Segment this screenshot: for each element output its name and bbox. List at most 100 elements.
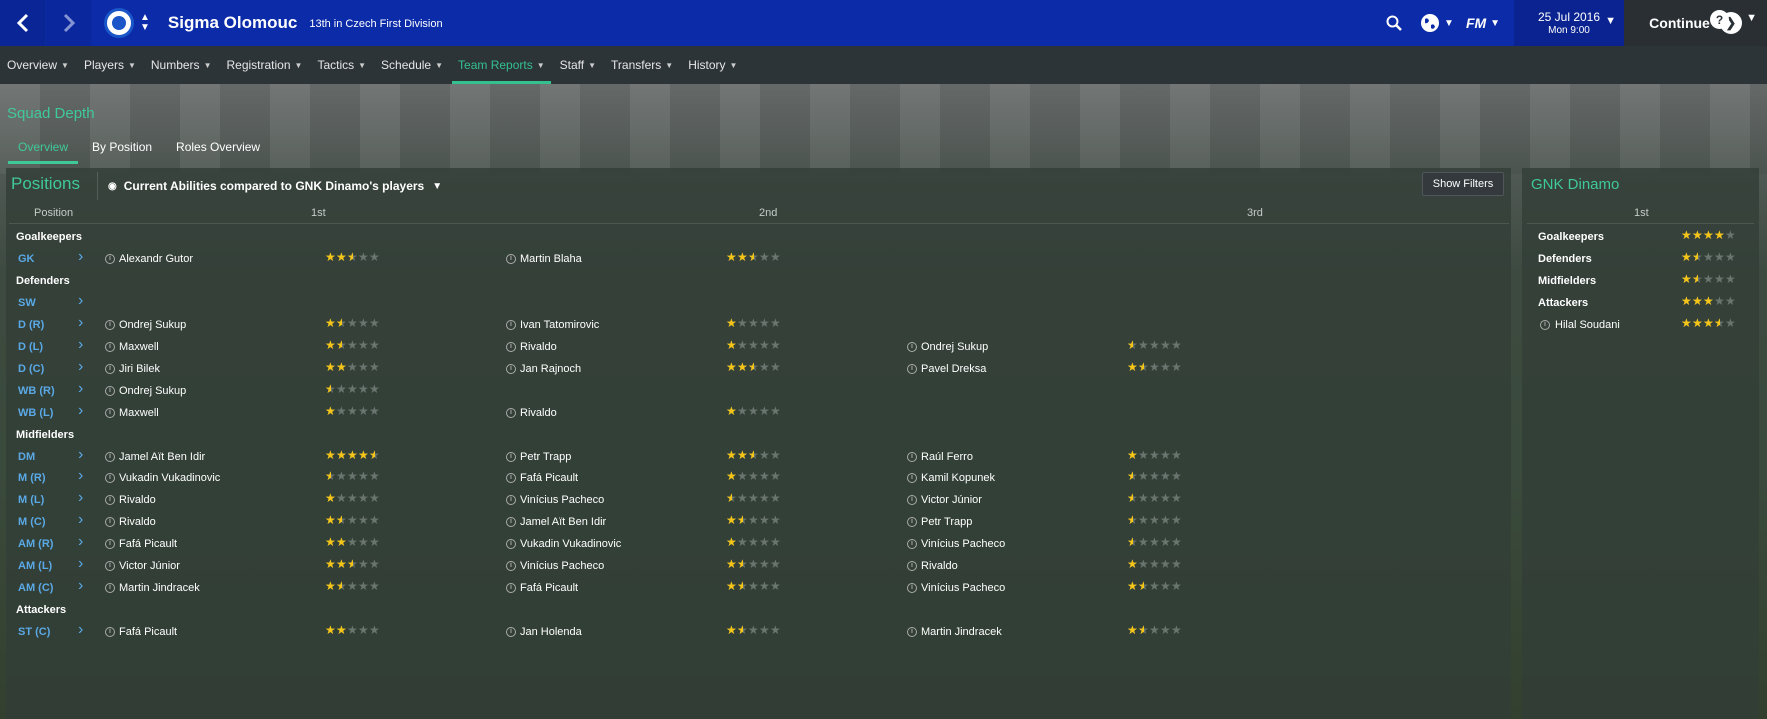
position-label[interactable]: ST (C) [18, 626, 50, 638]
info-icon[interactable]: i [907, 451, 917, 462]
menu-item-registration[interactable]: Registration ▼ [226, 46, 302, 84]
chevron-right-icon[interactable]: › [78, 292, 83, 310]
player-name[interactable]: Maxwell [119, 341, 159, 353]
info-icon[interactable]: i [907, 539, 917, 550]
opponent-player-row[interactable]: i Hilal Soudani ★ ★ ★ ★ ★ ★ ★ ★ ★ [1522, 313, 1759, 338]
info-icon[interactable]: i [907, 627, 917, 638]
info-icon[interactable]: i [105, 319, 115, 330]
date-display[interactable]: 25 Jul 2016 Mon 9:00 ▼ [1514, 0, 1624, 46]
player-name[interactable]: Rivaldo [119, 516, 156, 528]
club-switcher[interactable]: ▲ ▼ [140, 13, 150, 33]
player-name[interactable]: Rivaldo [520, 407, 557, 419]
position-label[interactable]: D (L) [18, 341, 43, 353]
player-name[interactable]: Martin Jindracek [119, 582, 200, 594]
info-icon[interactable]: i [105, 627, 115, 638]
info-icon[interactable]: i [105, 363, 115, 374]
info-icon[interactable]: i [105, 583, 115, 594]
player-name[interactable]: Vinícius Pacheco [520, 494, 604, 506]
column-header-1st[interactable]: 1st [311, 207, 326, 219]
player-name[interactable]: Vukadin Vukadinovic [119, 472, 220, 484]
position-label[interactable]: AM (C) [18, 582, 53, 594]
menu-item-overview[interactable]: Overview ▼ [7, 46, 69, 84]
position-label[interactable]: SW [18, 297, 36, 309]
info-icon[interactable]: i [907, 495, 917, 506]
player-name[interactable]: Ivan Tatomirovic [520, 319, 599, 331]
info-icon[interactable]: i [105, 253, 115, 264]
menu-item-players[interactable]: Players ▼ [84, 46, 136, 84]
info-icon[interactable]: i [105, 517, 115, 528]
info-icon[interactable]: i [105, 451, 115, 462]
info-icon[interactable]: i [105, 385, 115, 396]
player-name[interactable]: Fafá Picault [119, 626, 177, 638]
chevron-right-icon[interactable]: › [78, 380, 83, 398]
player-name[interactable]: Raúl Ferro [921, 451, 973, 463]
info-icon[interactable]: i [105, 561, 115, 572]
info-icon[interactable]: i [105, 495, 115, 506]
info-icon[interactable]: i [907, 363, 917, 374]
club-name[interactable]: Sigma Olomouc [168, 13, 297, 33]
fm-menu-button[interactable]: FM ▼ [1460, 0, 1506, 46]
forward-button[interactable] [46, 0, 92, 46]
menu-item-team-reports[interactable]: Team Reports ▼ [452, 46, 551, 84]
player-name[interactable]: Fafá Picault [520, 472, 578, 484]
position-label[interactable]: GK [18, 253, 35, 265]
info-icon[interactable]: i [105, 473, 115, 484]
player-name[interactable]: Jiri Bilek [119, 363, 160, 375]
info-icon[interactable]: i [506, 473, 516, 484]
position-label[interactable]: DM [18, 451, 35, 463]
info-icon[interactable]: i [506, 451, 516, 462]
chevron-right-icon[interactable]: › [78, 533, 83, 551]
player-name[interactable]: Jamel Aït Ben Idir [520, 516, 606, 528]
position-label[interactable]: M (R) [18, 472, 46, 484]
help-icon[interactable]: ? [1710, 10, 1729, 29]
info-icon[interactable]: i [506, 561, 516, 572]
player-name[interactable]: Ondrej Sukup [119, 319, 186, 331]
column-header-3rd[interactable]: 3rd [1247, 207, 1263, 219]
info-icon[interactable]: i [506, 583, 516, 594]
player-name[interactable]: Vukadin Vukadinovic [520, 538, 621, 550]
player-name[interactable]: Jamel Aït Ben Idir [119, 451, 205, 463]
show-filters-button[interactable]: Show Filters [1422, 172, 1504, 196]
world-menu-button[interactable]: ▼ [1414, 0, 1460, 46]
info-icon[interactable]: i [506, 253, 516, 264]
chevron-right-icon[interactable]: › [78, 555, 83, 573]
position-label[interactable]: D (C) [18, 363, 44, 375]
info-icon[interactable]: i [506, 341, 516, 352]
info-icon[interactable]: i [506, 517, 516, 528]
chevron-right-icon[interactable]: › [78, 467, 83, 485]
position-label[interactable]: WB (R) [18, 385, 55, 397]
chevron-right-icon[interactable]: › [78, 402, 83, 420]
player-name[interactable]: Vinícius Pacheco [921, 538, 1005, 550]
filter-dropdown[interactable]: ◉ Current Abilities compared to GNK Dina… [108, 179, 442, 193]
player-name[interactable]: Fafá Picault [119, 538, 177, 550]
club-crest[interactable] [104, 8, 134, 38]
info-icon[interactable]: i [1540, 319, 1550, 330]
menu-item-transfers[interactable]: Transfers ▼ [611, 46, 673, 84]
player-name[interactable]: Alexandr Gutor [119, 253, 193, 265]
column-header-2nd[interactable]: 2nd [759, 207, 777, 219]
player-name[interactable]: Victor Júnior [921, 494, 982, 506]
tab-overview[interactable]: Overview [8, 132, 79, 164]
player-name[interactable]: Pavel Dreksa [921, 363, 986, 375]
menu-item-numbers[interactable]: Numbers ▼ [151, 46, 212, 84]
info-icon[interactable]: i [105, 539, 115, 550]
info-icon[interactable]: i [907, 517, 917, 528]
chevron-right-icon[interactable]: › [78, 314, 83, 332]
position-label[interactable]: AM (L) [18, 560, 52, 572]
player-name[interactable]: Petr Trapp [520, 451, 571, 463]
chevron-right-icon[interactable]: › [78, 489, 83, 507]
player-name[interactable]: Martin Blaha [520, 253, 582, 265]
player-name[interactable]: Jan Rajnoch [520, 363, 581, 375]
chevron-right-icon[interactable]: › [78, 248, 83, 266]
back-button[interactable] [0, 0, 46, 46]
chevron-down-icon[interactable]: ▼ [1746, 12, 1757, 24]
chevron-right-icon[interactable]: › [78, 577, 83, 595]
position-label[interactable]: M (C) [18, 516, 46, 528]
player-name[interactable]: Maxwell [119, 407, 159, 419]
menu-item-tactics[interactable]: Tactics ▼ [317, 46, 366, 84]
menu-item-schedule[interactable]: Schedule ▼ [381, 46, 443, 84]
column-header-position[interactable]: Position [34, 207, 73, 219]
player-name[interactable]: Hilal Soudani [1555, 319, 1620, 331]
position-label[interactable]: AM (R) [18, 538, 53, 550]
position-label[interactable]: WB (L) [18, 407, 53, 419]
